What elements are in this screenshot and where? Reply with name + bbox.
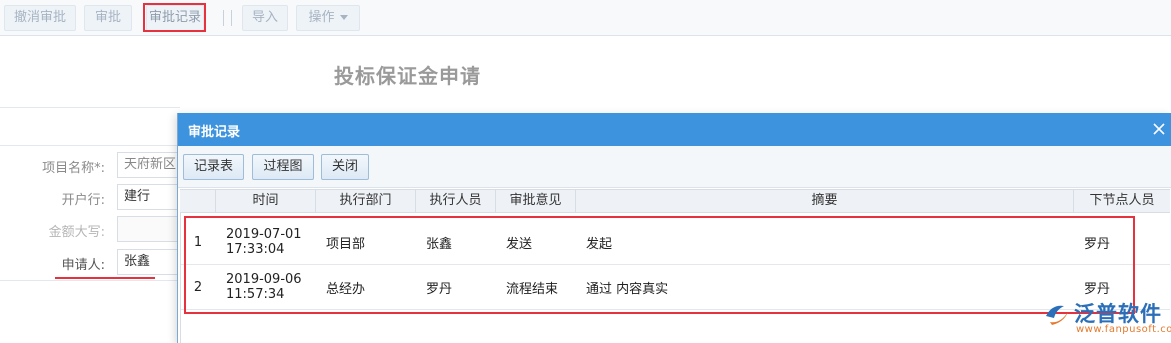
divider [0, 280, 180, 281]
highlight-records-rows [184, 216, 1135, 314]
records-table-header: 时间 执行部门 执行人员 审批意见 摘要 下节点人员 [180, 189, 1170, 213]
logo-mark-icon [1046, 305, 1068, 325]
applicant-label: 申请人: [61, 258, 105, 273]
dialog-toolbar: 记录表 过程图 关闭 [178, 146, 1171, 188]
logo-url: www.fanpusoft.com [1076, 324, 1171, 335]
highlight-records-button [143, 3, 206, 32]
process-chart-button[interactable]: 过程图 [252, 154, 314, 180]
column-header-opinion[interactable]: 审批意见 [496, 190, 576, 212]
import-button[interactable]: 导入 [242, 5, 288, 31]
toolbar-divider [223, 10, 224, 26]
column-header-time[interactable]: 时间 [216, 190, 316, 212]
toolbar-divider [231, 10, 232, 26]
page-title: 投标保证金申请 [334, 64, 481, 88]
divider [0, 145, 180, 146]
amount-upper-label: 金额大写: [48, 225, 105, 240]
project-name-label: 项目名称*: [42, 161, 105, 176]
dialog-header: 审批记录 [178, 113, 1171, 146]
row-number-header [180, 190, 216, 212]
close-icon[interactable] [1150, 120, 1168, 138]
divider [0, 107, 180, 108]
applicant-highlight-underline [55, 277, 155, 279]
chevron-down-icon [339, 15, 348, 20]
operate-label: 操作 [308, 10, 335, 25]
close-dialog-button[interactable]: 关闭 [321, 154, 369, 180]
column-header-person[interactable]: 执行人员 [416, 190, 496, 212]
revoke-approval-button[interactable]: 撤消审批 [4, 5, 76, 31]
column-header-summary[interactable]: 摘要 [576, 190, 1074, 212]
operate-dropdown-button[interactable]: 操作 [296, 5, 360, 31]
dialog-title: 审批记录 [188, 125, 241, 140]
grid-border [180, 213, 181, 343]
fanpu-logo: 泛普软件 www.fanpusoft.com [1040, 294, 1171, 339]
column-header-dept[interactable]: 执行部门 [316, 190, 416, 212]
approve-button[interactable]: 审批 [84, 5, 132, 31]
column-header-next-person[interactable]: 下节点人员 [1074, 190, 1170, 212]
record-table-button[interactable]: 记录表 [183, 154, 244, 180]
bank-label: 开户行: [61, 193, 105, 208]
